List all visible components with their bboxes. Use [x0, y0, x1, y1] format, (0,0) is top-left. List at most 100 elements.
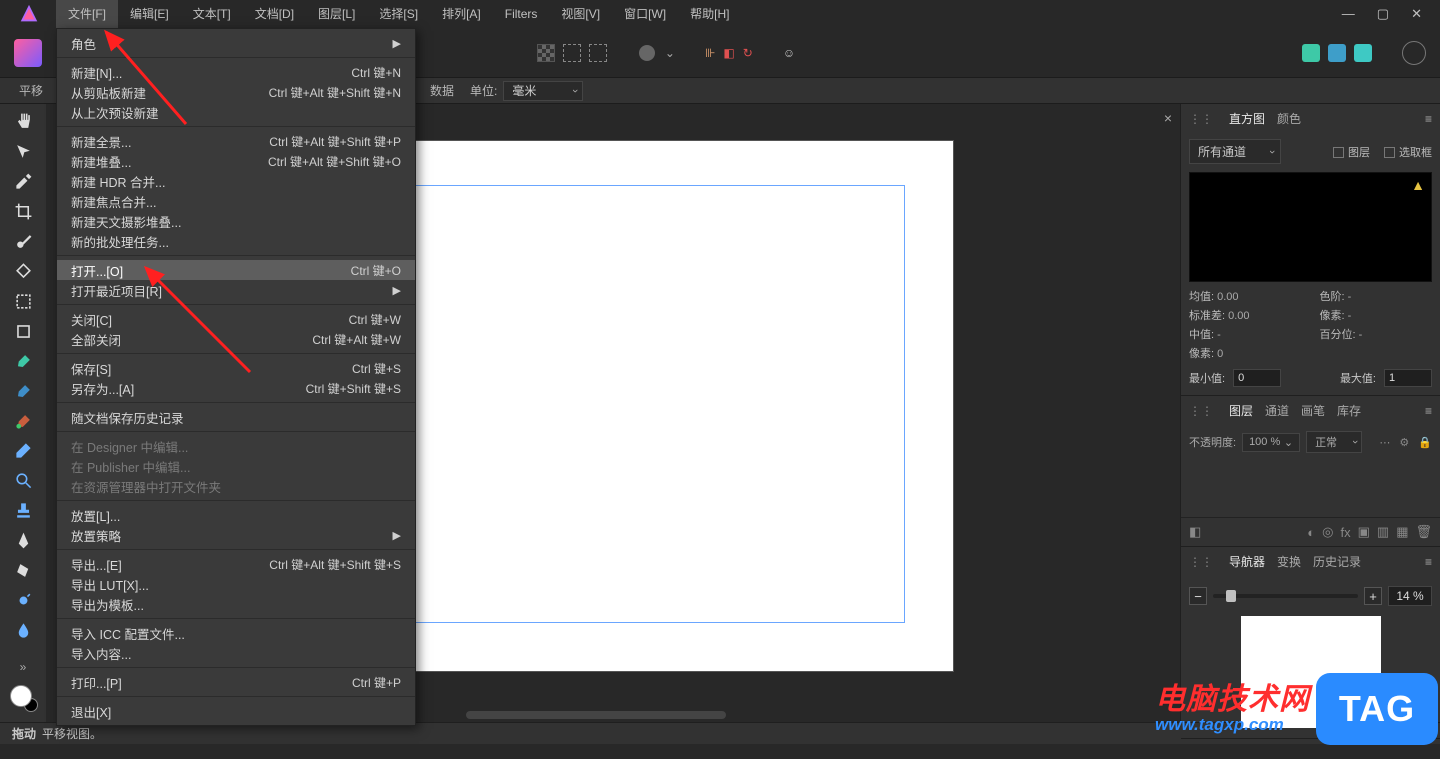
menu-text[interactable]: 文本[T]: [181, 0, 243, 28]
file-menu-item[interactable]: 新建 HDR 合并...: [57, 171, 415, 191]
menu-window[interactable]: 窗口[W]: [612, 0, 678, 28]
zoom-tool-icon[interactable]: [6, 467, 40, 494]
file-menu-item[interactable]: 退出[X]: [57, 701, 415, 721]
document-close-button[interactable]: ×: [1164, 110, 1172, 126]
tab-color[interactable]: 颜色: [1277, 110, 1301, 127]
file-menu-item[interactable]: 新建焦点合并...: [57, 191, 415, 211]
opacity-input[interactable]: 100 %⌄: [1242, 433, 1300, 452]
hand-tool-icon[interactable]: [6, 108, 40, 135]
file-menu-item[interactable]: 放置策略▶: [57, 525, 415, 545]
color-well[interactable]: [8, 683, 38, 712]
pen-tool-icon[interactable]: [6, 527, 40, 554]
marquee-checkbox[interactable]: 选取框: [1384, 144, 1432, 160]
panel-drag-handle-icon[interactable]: ⋮⋮: [1189, 112, 1213, 126]
move-tool-icon[interactable]: [6, 138, 40, 165]
file-menu-item[interactable]: 关闭[C]Ctrl 键+W: [57, 309, 415, 329]
file-menu-item[interactable]: 全部关闭Ctrl 键+Alt 键+W: [57, 329, 415, 349]
zoom-value-input[interactable]: 14 %: [1388, 586, 1432, 606]
panel-menu-icon[interactable]: ≡: [1425, 112, 1432, 126]
lock-icon[interactable]: 🔒: [1418, 436, 1432, 449]
file-menu-item[interactable]: 导出...[E]Ctrl 键+Alt 键+Shift 键+S: [57, 554, 415, 574]
selection-subtract-icon[interactable]: [589, 44, 607, 62]
lasso-sync-icon[interactable]: ↻: [743, 46, 753, 60]
file-menu-item[interactable]: 新建全景...Ctrl 键+Alt 键+Shift 键+P: [57, 131, 415, 151]
channel-dropdown[interactable]: 所有通道: [1189, 139, 1281, 164]
file-menu-item[interactable]: 导出为模板...: [57, 594, 415, 614]
panel-menu-icon[interactable]: ≡: [1425, 404, 1432, 418]
minimize-button[interactable]: —: [1342, 6, 1355, 22]
file-menu-item[interactable]: 打开...[O]Ctrl 键+O: [57, 260, 415, 280]
menu-file[interactable]: 文件[F]: [56, 0, 118, 28]
quick-link-1[interactable]: [1302, 44, 1320, 62]
file-menu-item[interactable]: 新建[N]...Ctrl 键+N: [57, 62, 415, 82]
smudge-tool-icon[interactable]: [6, 557, 40, 584]
file-menu-item[interactable]: 从剪贴板新建Ctrl 键+Alt 键+Shift 键+N: [57, 82, 415, 102]
file-menu-item[interactable]: 新建天文摄影堆叠...: [57, 211, 415, 231]
water-drop-tool-icon[interactable]: [6, 617, 40, 644]
selection-brush-tool-icon[interactable]: [6, 228, 40, 255]
panel-drag-handle-icon[interactable]: ⋮⋮: [1189, 555, 1213, 569]
paint-brush-tool-icon[interactable]: [6, 348, 40, 375]
min-value-input[interactable]: 0: [1233, 369, 1281, 387]
max-value-input[interactable]: 1: [1384, 369, 1432, 387]
tab-navigator[interactable]: 导航器: [1229, 553, 1265, 570]
zoom-in-button[interactable]: +: [1364, 587, 1382, 605]
file-menu-item[interactable]: 随文档保存历史记录: [57, 407, 415, 427]
file-menu-item[interactable]: 打印...[P]Ctrl 键+P: [57, 672, 415, 692]
layer-checkbox[interactable]: 图层: [1333, 144, 1370, 160]
maximize-button[interactable]: ▢: [1377, 6, 1389, 22]
live-filter-icon[interactable]: ◎: [1322, 524, 1333, 540]
menu-view[interactable]: 视图[V]: [549, 0, 612, 28]
fx-icon[interactable]: fx: [1340, 525, 1350, 540]
file-menu-item[interactable]: 导入 ICC 配置文件...: [57, 623, 415, 643]
tab-brushes[interactable]: 画笔: [1301, 402, 1325, 419]
zoom-out-button[interactable]: −: [1189, 587, 1207, 605]
expand-tools-icon[interactable]: »: [6, 653, 40, 680]
robot-icon[interactable]: ☺: [783, 46, 795, 60]
account-avatar-icon[interactable]: [1402, 41, 1426, 65]
color-replace-tool-icon[interactable]: [6, 408, 40, 435]
menu-select[interactable]: 选择[S]: [367, 0, 430, 28]
file-menu-item[interactable]: 打开最近项目[R]▶: [57, 280, 415, 300]
file-menu-item[interactable]: 新的批处理任务...: [57, 231, 415, 251]
align-left-icon[interactable]: ⊪: [705, 46, 715, 60]
menu-filters[interactable]: Filters: [493, 0, 550, 28]
menu-document[interactable]: 文档[D]: [243, 0, 306, 28]
tab-layers[interactable]: 图层: [1229, 402, 1253, 419]
paint-mixer-tool-icon[interactable]: [6, 378, 40, 405]
mask-icon[interactable]: ◧: [1189, 524, 1201, 540]
adjustment-icon[interactable]: ◐: [1307, 525, 1315, 540]
erase-tool-icon[interactable]: [6, 437, 40, 464]
marquee-tool-icon[interactable]: [6, 288, 40, 315]
foreground-color-icon[interactable]: [10, 685, 32, 707]
menu-edit[interactable]: 编辑[E]: [118, 0, 181, 28]
panel-menu-icon[interactable]: ≡: [1425, 555, 1432, 569]
dodge-tool-icon[interactable]: [6, 587, 40, 614]
file-menu-item[interactable]: 另存为...[A]Ctrl 键+Shift 键+S: [57, 378, 415, 398]
tab-transform[interactable]: 变换: [1277, 553, 1301, 570]
quick-link-2[interactable]: [1328, 44, 1346, 62]
circle-gradient-icon[interactable]: [637, 43, 657, 63]
file-menu-item[interactable]: 角色▶: [57, 33, 415, 53]
file-menu-item[interactable]: 导出 LUT[X]...: [57, 574, 415, 594]
menu-layer[interactable]: 图层[L]: [306, 0, 367, 28]
blend-mode-dropdown[interactable]: 正常: [1306, 431, 1362, 453]
tab-stock[interactable]: 库存: [1337, 402, 1361, 419]
tab-channels[interactable]: 通道: [1265, 402, 1289, 419]
close-button[interactable]: ✕: [1411, 6, 1422, 22]
color-picker-tool-icon[interactable]: [6, 168, 40, 195]
file-menu-item[interactable]: 新建堆叠...Ctrl 键+Alt 键+Shift 键+O: [57, 151, 415, 171]
tab-histogram[interactable]: 直方图: [1229, 110, 1265, 127]
persona-photo-icon[interactable]: [14, 39, 42, 67]
trash-icon[interactable]: 🗑: [1415, 524, 1432, 540]
add-layer-icon[interactable]: ▦: [1396, 524, 1408, 540]
file-menu-item[interactable]: 保存[S]Ctrl 键+S: [57, 358, 415, 378]
zoom-slider[interactable]: [1213, 594, 1358, 598]
folder-icon[interactable]: ▥: [1377, 524, 1389, 540]
unit-dropdown[interactable]: 毫米: [503, 81, 583, 101]
file-menu-item[interactable]: 放置[L]...: [57, 505, 415, 525]
file-menu-item[interactable]: 导入内容...: [57, 643, 415, 663]
menu-arrange[interactable]: 排列[A]: [430, 0, 493, 28]
align-split-icon[interactable]: ◧: [723, 46, 734, 60]
panel-drag-handle-icon[interactable]: ⋮⋮: [1189, 404, 1213, 418]
